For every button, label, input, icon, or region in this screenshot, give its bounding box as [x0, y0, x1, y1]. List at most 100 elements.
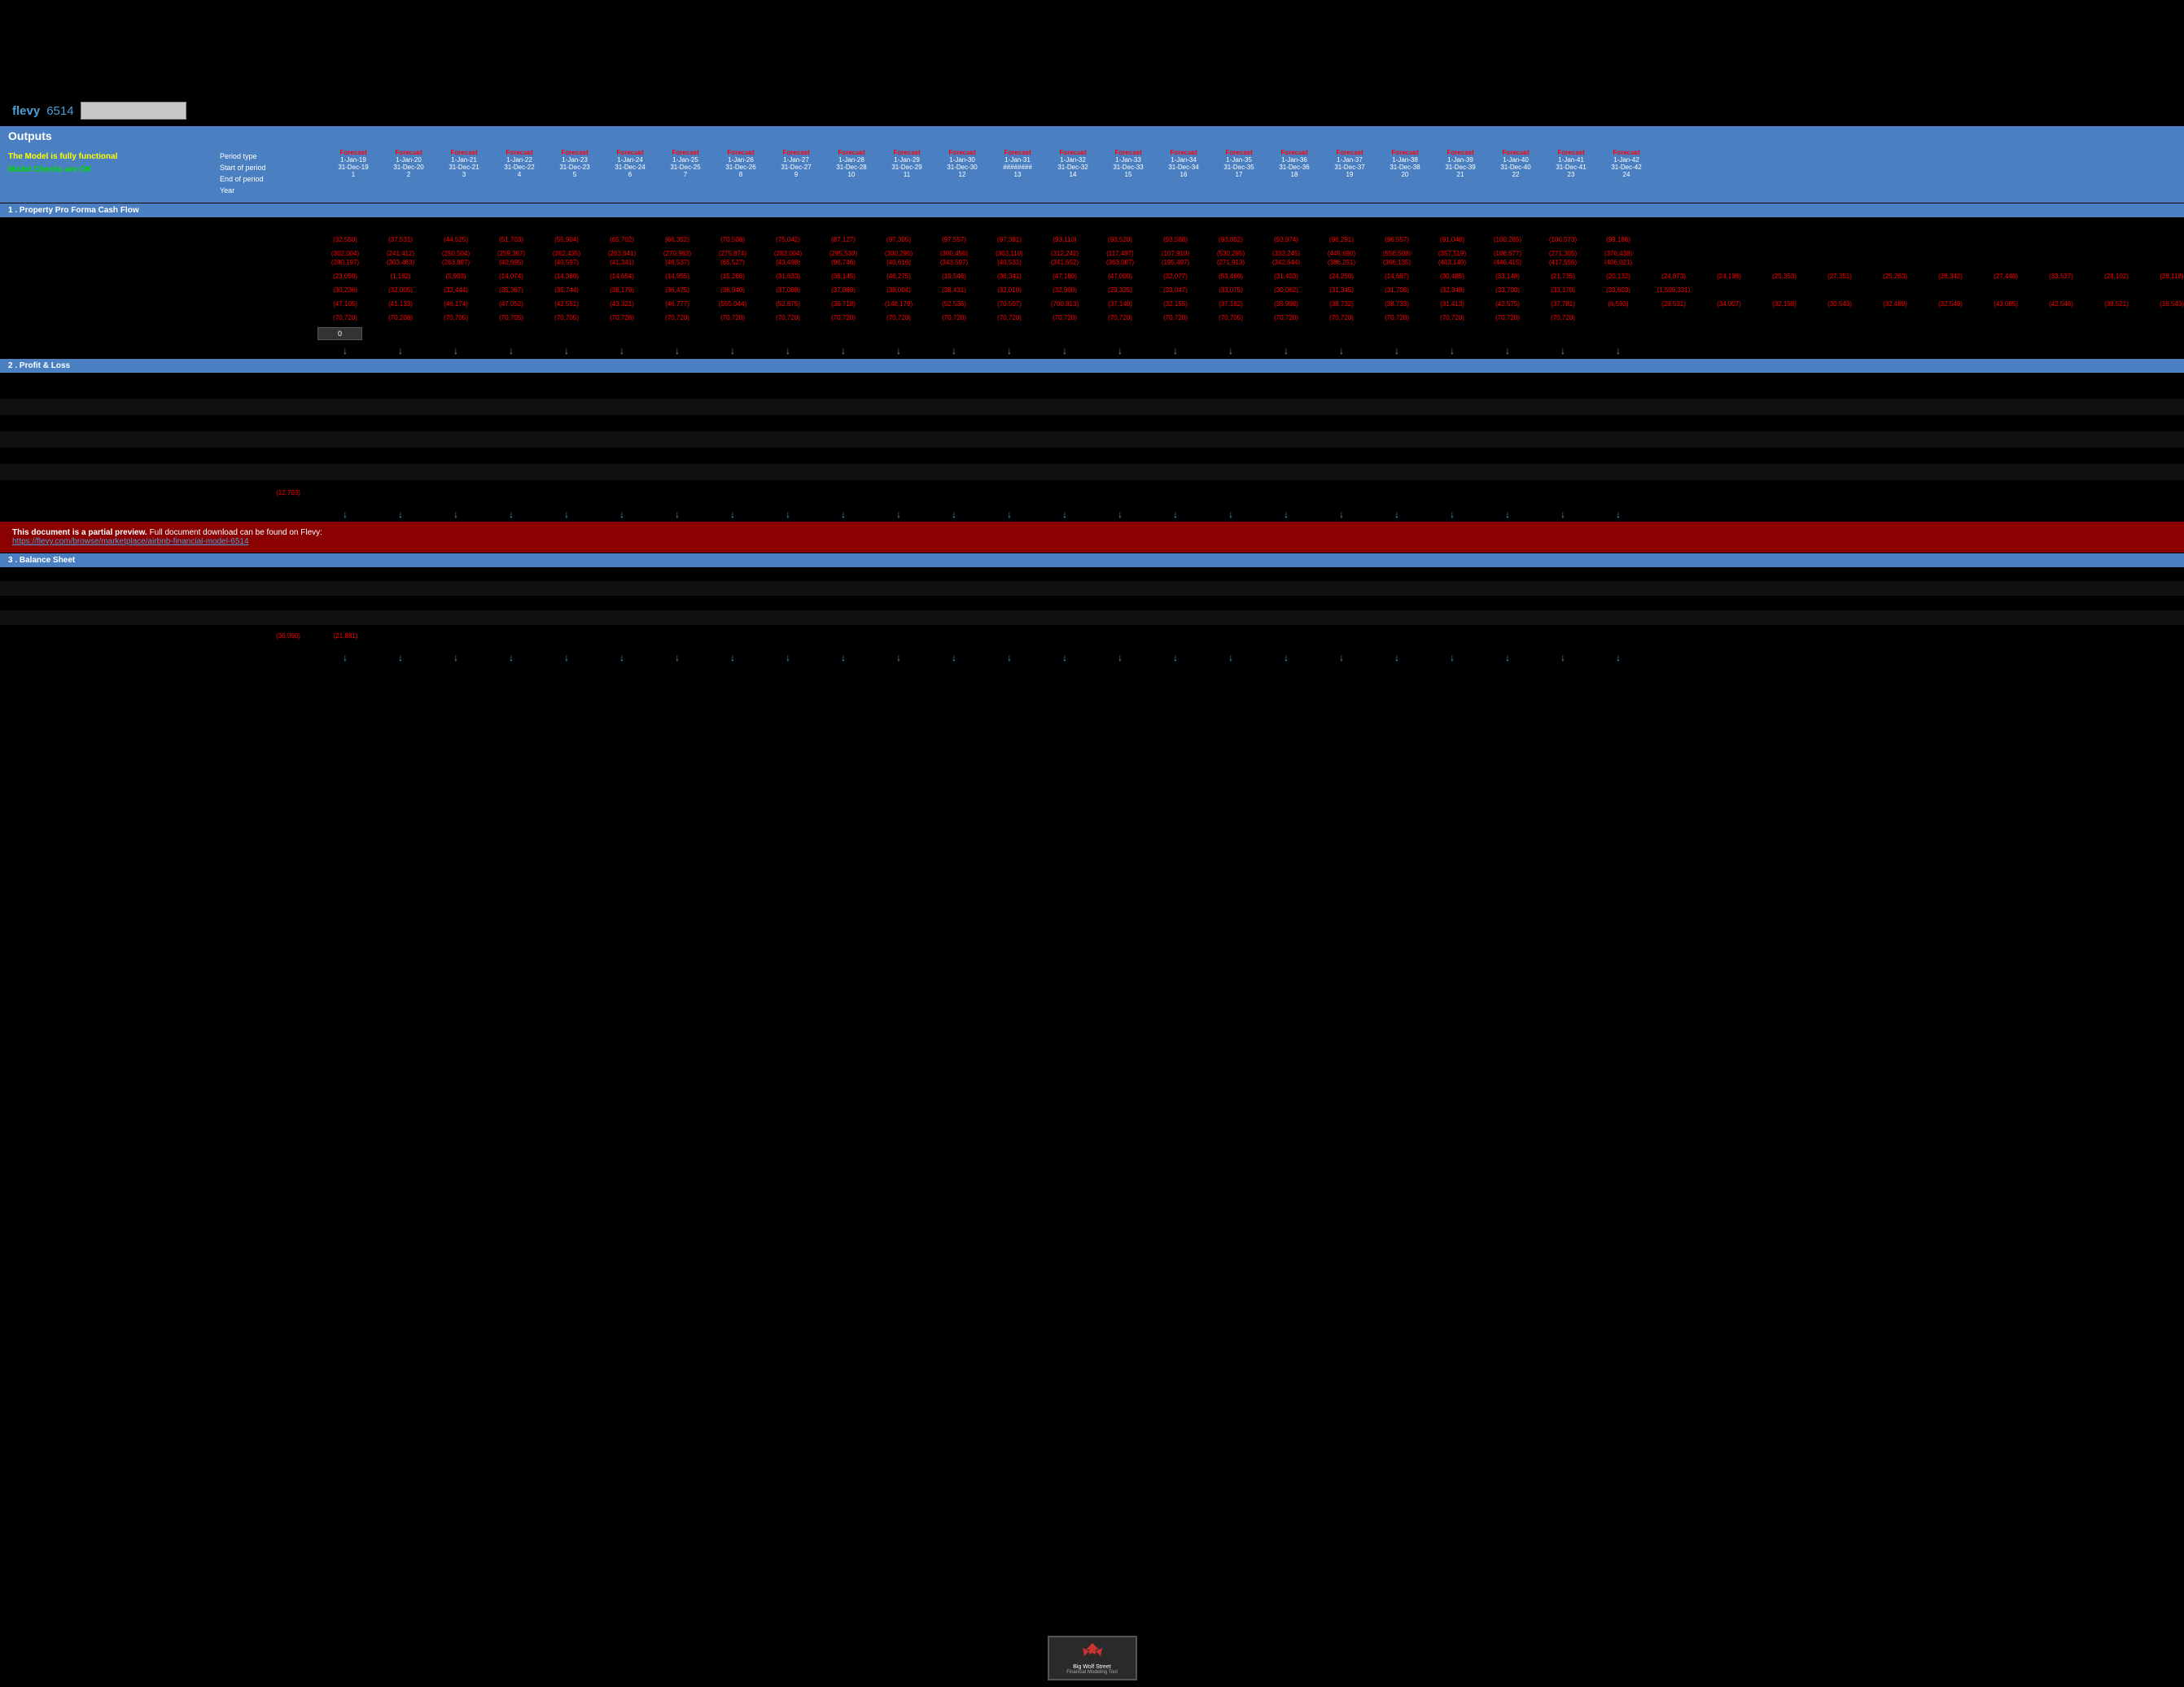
data-cell: (38,431) [926, 286, 982, 295]
arrow-cell[interactable]: ↓ [760, 509, 816, 520]
data-cell: (14,955) [650, 272, 705, 281]
data-cell: (32,010) [982, 286, 1037, 295]
arrow-cell[interactable]: ↓ [1480, 509, 1535, 520]
arrow-cell[interactable]: ↓ [705, 509, 760, 520]
arrow-cell[interactable]: ↓ [760, 345, 816, 356]
arrow-cell[interactable]: ↓ [1037, 652, 1092, 663]
arrow-cell[interactable]: ↓ [1591, 345, 1646, 356]
arrow-cell[interactable]: ↓ [1535, 652, 1591, 663]
arrow-cell[interactable]: ↓ [1314, 509, 1369, 520]
arrow-cell[interactable]: ↓ [373, 345, 428, 356]
arrow-cell[interactable]: ↓ [1092, 509, 1148, 520]
arrow-cell[interactable]: ↓ [594, 509, 650, 520]
search-input[interactable] [81, 102, 186, 120]
arrow-cell[interactable]: ↓ [926, 652, 982, 663]
arrow-cell[interactable]: ↓ [484, 652, 539, 663]
data-cell: (91,048) [1425, 235, 1480, 244]
data-cell: (1,182) [373, 272, 428, 281]
arrow-cell[interactable]: ↓ [428, 345, 484, 356]
arrow-cell[interactable]: ↓ [1425, 509, 1480, 520]
pl-value-1: (12,703) [260, 489, 316, 496]
arrow-cell[interactable]: ↓ [1535, 509, 1591, 520]
arrow-cell[interactable]: ↓ [982, 345, 1037, 356]
arrow-cell[interactable]: ↓ [317, 509, 373, 520]
arrow-cell[interactable]: ↓ [650, 509, 705, 520]
data-cell: (271,305) [1535, 249, 1591, 258]
section-3-header: 3 . Balance Sheet [0, 553, 2184, 567]
arrow-cell[interactable]: ↓ [1203, 345, 1258, 356]
arrow-cell[interactable]: ↓ [1369, 509, 1425, 520]
arrow-cell[interactable]: ↓ [373, 509, 428, 520]
arrow-cell[interactable]: ↓ [982, 509, 1037, 520]
end-date-cell: 31-Dec-37 [1322, 164, 1377, 171]
partial-preview-link[interactable]: https://flevy.com/browse/marketplace/air… [12, 537, 249, 546]
arrow-cell[interactable]: ↓ [594, 345, 650, 356]
arrow-cell[interactable]: ↓ [539, 509, 594, 520]
end-date-cell: 31-Dec-24 [602, 164, 658, 171]
arrow-cell[interactable]: ↓ [317, 652, 373, 663]
data-cell: (19,546) [926, 272, 982, 281]
cf-arrow-row: ↓↓↓↓↓↓↓↓↓↓↓↓↓↓↓↓↓↓↓↓↓↓↓↓ [0, 345, 2184, 356]
arrow-cell[interactable]: ↓ [1203, 509, 1258, 520]
arrow-cell[interactable]: ↓ [594, 652, 650, 663]
arrow-cell[interactable]: ↓ [760, 652, 816, 663]
arrow-cell[interactable]: ↓ [1535, 345, 1591, 356]
arrow-cell[interactable]: ↓ [1037, 509, 1092, 520]
data-cell: (27,351) [1812, 272, 1867, 281]
arrow-cell[interactable]: ↓ [982, 652, 1037, 663]
arrow-cell[interactable]: ↓ [1480, 652, 1535, 663]
forecast-label-cell: Forecast [381, 149, 436, 156]
start-date-cell: 1-Jan-24 [602, 156, 658, 164]
arrow-cell[interactable]: ↓ [1092, 652, 1148, 663]
arrow-cell[interactable]: ↓ [1369, 345, 1425, 356]
data-cell: (93,852) [1203, 235, 1258, 244]
arrow-cell[interactable]: ↓ [1369, 652, 1425, 663]
zero-bar: 0 [317, 327, 362, 340]
year-num-cell: 1 [326, 171, 381, 178]
arrow-cell[interactable]: ↓ [1203, 652, 1258, 663]
arrow-cell[interactable]: ↓ [484, 509, 539, 520]
data-cell: (406,021) [1591, 258, 1646, 267]
arrow-cell[interactable]: ↓ [816, 345, 871, 356]
arrow-cell[interactable]: ↓ [816, 509, 871, 520]
arrow-cell[interactable]: ↓ [926, 509, 982, 520]
arrow-cell[interactable]: ↓ [1425, 345, 1480, 356]
arrow-cell[interactable]: ↓ [1591, 509, 1646, 520]
arrow-cell[interactable]: ↓ [373, 652, 428, 663]
arrow-cell[interactable]: ↓ [428, 509, 484, 520]
arrow-cell[interactable]: ↓ [317, 345, 373, 356]
arrow-cell[interactable]: ↓ [1037, 345, 1092, 356]
arrow-cell[interactable]: ↓ [650, 652, 705, 663]
arrow-cell[interactable]: ↓ [484, 345, 539, 356]
arrow-cell[interactable]: ↓ [1258, 345, 1314, 356]
arrow-cell[interactable]: ↓ [1591, 652, 1646, 663]
arrow-cell[interactable]: ↓ [871, 509, 926, 520]
arrow-cell[interactable]: ↓ [1148, 652, 1203, 663]
arrow-cell[interactable]: ↓ [871, 652, 926, 663]
arrow-cell[interactable]: ↓ [1425, 652, 1480, 663]
arrow-cell[interactable]: ↓ [705, 652, 760, 663]
arrow-cell[interactable]: ↓ [1148, 509, 1203, 520]
arrow-cell[interactable]: ↓ [1314, 652, 1369, 663]
arrow-cell[interactable]: ↓ [871, 345, 926, 356]
arrow-cell[interactable]: ↓ [1092, 345, 1148, 356]
data-cell: (70,720) [982, 313, 1037, 322]
arrow-cell[interactable]: ↓ [1258, 509, 1314, 520]
data-cell: (263,641) [594, 249, 650, 258]
arrow-cell[interactable]: ↓ [1314, 345, 1369, 356]
arrow-cell[interactable]: ↓ [816, 652, 871, 663]
arrow-cell[interactable]: ↓ [539, 345, 594, 356]
arrow-cell[interactable]: ↓ [926, 345, 982, 356]
arrow-cell[interactable]: ↓ [539, 652, 594, 663]
start-date-cell: 1-Jan-29 [879, 156, 934, 164]
cf-data-row-1: (32,550)(37,531)(44,525)(51,703)(55,904)… [317, 235, 1646, 244]
arrow-cell[interactable]: ↓ [428, 652, 484, 663]
year-num-cell: 21 [1433, 171, 1488, 178]
arrow-cell[interactable]: ↓ [1148, 345, 1203, 356]
data-cell: (93,974) [1258, 235, 1314, 244]
arrow-cell[interactable]: ↓ [1258, 652, 1314, 663]
arrow-cell[interactable]: ↓ [650, 345, 705, 356]
arrow-cell[interactable]: ↓ [705, 345, 760, 356]
arrow-cell[interactable]: ↓ [1480, 345, 1535, 356]
data-cell: (700,813) [1037, 299, 1092, 308]
